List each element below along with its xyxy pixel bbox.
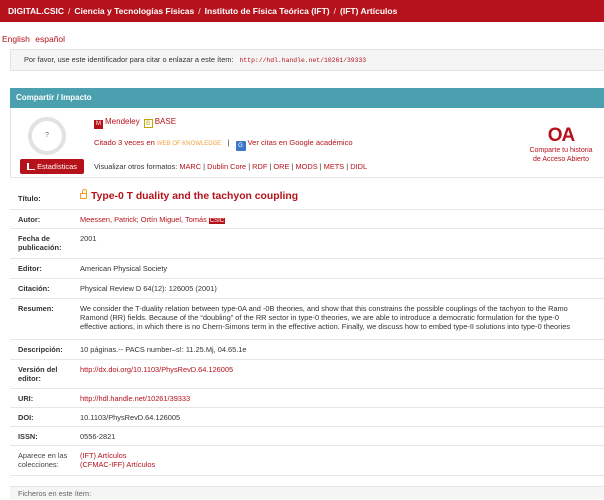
open-access-lock-icon <box>80 189 87 199</box>
abstract-label: Resumen: <box>10 298 78 340</box>
cite-text: Por favor, use este identificador para c… <box>24 55 234 64</box>
breadcrumb: DIGITAL.CSIC / Ciencia y Tecnologías Físic… <box>0 0 604 22</box>
collections-value: (IFT) Artículos (CFMAC-IFF) Artículos <box>78 445 604 476</box>
metadata-row-abstract: Resumen: We consider the T-duality relat… <box>10 298 604 340</box>
files-section-header: Ficheros en este ítem: <box>10 486 604 499</box>
base-link[interactable]: BASE <box>155 117 176 126</box>
doi-value: 10.1103/PhysRevD.64.126005 <box>78 407 604 427</box>
editor-value: American Physical Society <box>78 258 604 279</box>
open-access-caption-line2: de Acceso Abierto <box>532 156 590 163</box>
format-marc-link[interactable]: MARC <box>179 162 201 171</box>
open-access-promo[interactable]: OA Comparte tu historia de Acceso Abiert… <box>518 126 604 164</box>
uri-label: URI: <box>10 388 78 408</box>
formats-label: Visualizar otros formatos: <box>94 162 178 171</box>
author-label: Autor: <box>10 209 78 229</box>
breadcrumb-separator: / <box>333 6 337 16</box>
breadcrumb-collection[interactable]: (IFT) Artículos <box>340 6 397 16</box>
publisher-version-value: http://dx.doi.org/10.1103/PhysRevD.64.12… <box>78 359 604 389</box>
abstract-line: Ramond (RR) fields. Because of the “doub… <box>80 312 559 322</box>
breadcrumb-separator: / <box>68 6 71 16</box>
other-formats: Visualizar otros formatos: MARC | Dublin… <box>94 162 368 171</box>
abstract-value: We consider the T-duality relation betwe… <box>78 298 604 340</box>
mendeley-icon: M <box>94 120 103 129</box>
format-mods-link[interactable]: MODS <box>295 162 317 171</box>
language-english-link[interactable]: English <box>2 34 30 44</box>
date-label: Fecha de publicación: <box>10 228 78 259</box>
metadata-row-issn: ISSN: 0556-2821 <box>10 426 604 446</box>
altmetric-donut[interactable]: ? <box>28 117 66 155</box>
collections-label: Aparece en las colecciones: <box>10 445 78 476</box>
publisher-version-label: Versión del editor: <box>10 359 78 389</box>
doi-label: DOI: <box>10 407 78 427</box>
description-label: Descripción: <box>10 339 78 360</box>
share-impact-header: Compartir / Impacto <box>10 88 604 108</box>
breadcrumb-separator: / <box>198 6 201 16</box>
metadata-row-description: Descripción: 10 páginas.-- PACS number–s… <box>10 339 604 360</box>
cited-count-link[interactable]: Citado 3 veces en <box>94 138 155 147</box>
uri-value: http://hdl.handle.net/10261/39333 <box>78 388 604 408</box>
issn-value: 0556-2821 <box>78 426 604 446</box>
bar-chart-icon <box>27 163 36 170</box>
base-icon: B <box>143 119 153 128</box>
abstract-line: We consider the T-duality relation betwe… <box>80 303 568 313</box>
mendeley-link[interactable]: Mendeley <box>105 117 140 126</box>
language-spanish-link[interactable]: español <box>35 34 65 44</box>
cite-identifier-box: Por favor, use este identificador para c… <box>10 49 604 71</box>
metadata-row-date: Fecha de publicación: 2001 <box>10 228 604 259</box>
author-links[interactable]: Meessen, Patrick; Ortín Miguel, Tomás <box>80 215 207 224</box>
format-didl-link[interactable]: DIDL <box>350 162 367 171</box>
format-ore-link[interactable]: ORE <box>273 162 289 171</box>
title-label: Título: <box>10 189 78 210</box>
open-access-logo: OA <box>547 125 576 146</box>
citations-line: Citado 3 veces en WEB OF KNOWLEDGE | G Ve… <box>94 138 353 151</box>
citation-value: Physical Review D 64(12): 126005 (2001) <box>78 278 604 299</box>
breadcrumb-community[interactable]: Ciencia y Tecnologías Físicas <box>74 6 194 16</box>
metadata-row-editor: Editor: American Physical Society <box>10 258 604 279</box>
web-of-knowledge-logo[interactable]: WEB OF KNOWLEDGE <box>157 141 221 147</box>
format-mets-link[interactable]: METS <box>324 162 345 171</box>
metadata-row-title: Título: Type-0 T duality and the tachyon… <box>10 189 604 210</box>
citations-separator: | <box>227 138 230 147</box>
language-switcher: English español <box>2 34 68 44</box>
date-value: 2001 <box>78 228 604 259</box>
csic-badge: CSIC <box>208 217 226 224</box>
author-value: Meessen, Patrick; Ortín Miguel, Tomás CSI… <box>78 209 604 229</box>
title-value: Type-0 T duality and the tachyon couplin… <box>78 189 604 210</box>
description-value: 10 páginas.-- PACS number–s!: 11.25.Mj, … <box>78 339 604 360</box>
metadata-row-author: Autor: Meessen, Patrick; Ortín Miguel, T… <box>10 209 604 229</box>
metadata-row-citation: Citación: Physical Review D 64(12): 1260… <box>10 278 604 299</box>
open-access-caption-line1: Comparte tu historia <box>529 147 593 154</box>
google-scholar-link[interactable]: Ver citas en Google académico <box>248 138 353 147</box>
format-rdf-link[interactable]: RDF <box>252 162 267 171</box>
citation-label: Citación: <box>10 278 78 299</box>
statistics-button-label: Estadísticas <box>37 162 77 171</box>
collection-link[interactable]: (IFT) Artículos <box>80 451 126 460</box>
abstract-line: effective actions, in which there is no … <box>80 321 571 331</box>
breadcrumb-institute[interactable]: Instituto de Física Teórica (IFT) <box>205 6 330 16</box>
item-metadata-table: Título: Type-0 T duality and the tachyon… <box>10 189 604 476</box>
metadata-row-uri: URI: http://hdl.handle.net/10261/39333 <box>10 388 604 408</box>
metadata-row-doi: DOI: 10.1103/PhysRevD.64.126005 <box>10 407 604 427</box>
reference-managers: M Mendeley B BASE <box>94 117 176 129</box>
format-dublin-core-link[interactable]: Dublin Core <box>207 162 246 171</box>
metadata-row-collections: Aparece en las colecciones: (IFT) Artícu… <box>10 445 604 476</box>
cite-uri[interactable]: http://hdl.handle.net/10261/39333 <box>240 57 367 64</box>
breadcrumb-home[interactable]: DIGITAL.CSIC <box>8 6 64 16</box>
google-scholar-icon: G <box>235 141 246 151</box>
publisher-version-link[interactable]: http://dx.doi.org/10.1103/PhysRevD.64.12… <box>80 365 233 374</box>
metadata-row-publisher-version: Versión del editor: http://dx.doi.org/10… <box>10 359 604 389</box>
collection-link[interactable]: (CFMAC-IFF) Artículos <box>80 460 155 469</box>
statistics-button[interactable]: Estadísticas <box>20 159 84 174</box>
item-title: Type-0 T duality and the tachyon couplin… <box>91 191 299 202</box>
issn-label: ISSN: <box>10 426 78 446</box>
handle-uri-link[interactable]: http://hdl.handle.net/10261/39333 <box>80 394 190 403</box>
editor-label: Editor: <box>10 258 78 279</box>
